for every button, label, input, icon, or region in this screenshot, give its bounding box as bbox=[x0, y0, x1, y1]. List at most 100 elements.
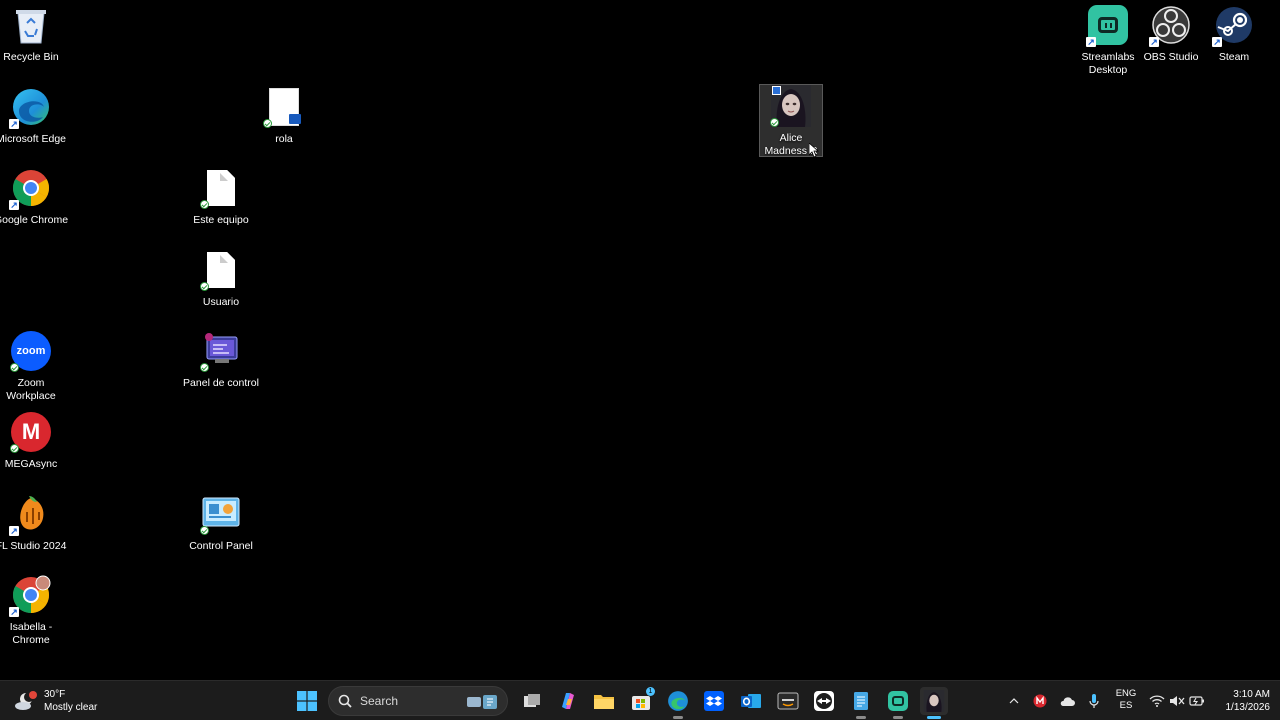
search-box[interactable]: Search bbox=[328, 686, 508, 716]
microphone-tray-button[interactable] bbox=[1086, 693, 1102, 709]
clock-time: 3:10 AM bbox=[1233, 689, 1270, 700]
shortcut-arrow-icon: ↗ bbox=[9, 200, 19, 210]
store-badge: 1 bbox=[646, 687, 655, 696]
outlook-button[interactable] bbox=[737, 687, 765, 715]
obs-studio-shortcut[interactable]: ↗ OBS Studio bbox=[1140, 4, 1202, 64]
chrome-label: Google Chrome bbox=[0, 214, 69, 226]
onedrive-tray-button[interactable] bbox=[1059, 693, 1075, 709]
control-panel-label: Control Panel bbox=[189, 540, 253, 552]
control-panel-shortcut[interactable]: Control Panel bbox=[189, 493, 253, 553]
task-view-button[interactable] bbox=[518, 687, 546, 715]
isabella-chrome-shortcut[interactable]: ↗ Isabella - Chrome bbox=[0, 574, 62, 647]
mega-icon: M bbox=[10, 411, 52, 453]
file-explorer-button[interactable] bbox=[590, 687, 618, 715]
start-button[interactable] bbox=[293, 687, 321, 715]
megasync-tray-button[interactable] bbox=[1032, 693, 1048, 709]
dropbox-button[interactable] bbox=[700, 687, 728, 715]
blank-file-icon bbox=[200, 249, 242, 291]
wifi-icon bbox=[1149, 695, 1165, 707]
streamlabs-icon: ↗ bbox=[1086, 4, 1129, 47]
panel-de-control-shortcut[interactable]: Panel de control bbox=[183, 330, 259, 390]
panel-de-control-label: Panel de control bbox=[183, 377, 259, 389]
blank-file-icon bbox=[200, 167, 242, 209]
usuario-label: Usuario bbox=[202, 296, 240, 308]
notepad-icon bbox=[854, 692, 868, 710]
shortcut-arrow-icon: ↗ bbox=[9, 607, 19, 617]
weather-widget[interactable]: 30°F Mostly clear bbox=[14, 686, 97, 716]
desktop[interactable]: Recycle Bin ↗ Microsoft Edge ↗ Google Ch… bbox=[0, 0, 1280, 680]
weather-temperature: 30°F bbox=[44, 689, 66, 700]
steam-shortcut[interactable]: ↗ Steam bbox=[1203, 4, 1265, 64]
copilot-icon bbox=[562, 693, 574, 709]
volume-tray-button[interactable] bbox=[1169, 693, 1185, 709]
outlook-icon bbox=[741, 694, 761, 708]
clock[interactable]: 3:10 AM 1/13/2026 bbox=[1212, 688, 1271, 714]
streamlabs-taskbar-button[interactable] bbox=[884, 687, 912, 719]
sync-status-icon bbox=[770, 118, 779, 127]
chrome-shortcut[interactable]: ↗ Google Chrome bbox=[0, 167, 68, 227]
zoom-shortcut[interactable]: zoom Zoom Workplace bbox=[0, 330, 62, 403]
recycle-bin-label: Recycle Bin bbox=[3, 51, 59, 63]
language-indicator[interactable]: ENG ES bbox=[1114, 688, 1138, 712]
language-primary: ENG bbox=[1115, 688, 1137, 699]
obs-icon: ↗ bbox=[1149, 4, 1192, 47]
teamviewer-button[interactable] bbox=[810, 687, 838, 715]
rola-label: rola bbox=[275, 133, 293, 145]
alice-game-icon bbox=[923, 690, 945, 712]
search-placeholder: Search bbox=[360, 694, 399, 708]
mega-icon bbox=[1033, 694, 1047, 708]
este-equipo-file[interactable]: Este equipo bbox=[190, 167, 252, 227]
streamlabs-icon bbox=[888, 691, 908, 711]
microsoft-store-button[interactable]: 1 bbox=[627, 687, 655, 715]
weather-condition: Mostly clear bbox=[44, 702, 98, 713]
recycle-bin-shortcut[interactable]: Recycle Bin bbox=[0, 4, 62, 64]
cloud-icon bbox=[1060, 697, 1075, 706]
word-document-icon bbox=[263, 86, 305, 128]
teamviewer-icon bbox=[814, 691, 834, 711]
edge-taskbar-button[interactable] bbox=[664, 687, 692, 719]
steam-icon: ↗ bbox=[1212, 4, 1255, 47]
battery-tray-button[interactable] bbox=[1189, 693, 1205, 709]
taskbar: 30°F Mostly clear Search 1 ENG ES 3:10 A… bbox=[0, 680, 1280, 720]
clock-date: 1/13/2026 bbox=[1225, 702, 1271, 713]
recycle-bin-icon bbox=[10, 4, 52, 46]
sync-status-icon bbox=[200, 526, 209, 535]
amazon-icon bbox=[777, 692, 799, 710]
zoom-label: Zoom Workplace bbox=[6, 377, 56, 402]
alice-game-icon bbox=[770, 85, 812, 127]
sync-status-icon bbox=[200, 363, 209, 372]
copilot-button[interactable] bbox=[554, 687, 582, 715]
rola-file[interactable]: rola bbox=[253, 86, 315, 146]
fl-studio-shortcut[interactable]: ↗ FL Studio 2024 bbox=[0, 493, 66, 553]
edge-shortcut[interactable]: ↗ Microsoft Edge bbox=[0, 86, 66, 146]
fl-studio-label: FL Studio 2024 bbox=[0, 540, 67, 552]
sync-status-icon bbox=[10, 444, 19, 453]
alice-madness-taskbar-button[interactable] bbox=[920, 687, 948, 719]
megasync-label: MEGAsync bbox=[4, 458, 58, 470]
shortcut-arrow-icon: ↗ bbox=[1149, 37, 1159, 47]
task-view-icon bbox=[524, 694, 540, 707]
search-icon bbox=[338, 694, 352, 708]
streamlabs-shortcut[interactable]: ↗ Streamlabs Desktop bbox=[1077, 4, 1139, 77]
selection-checkbox-icon[interactable] bbox=[772, 86, 781, 95]
microphone-icon bbox=[1089, 694, 1099, 708]
zoom-icon: zoom bbox=[10, 330, 52, 372]
control-panel-icon bbox=[200, 493, 242, 535]
notepad-button[interactable] bbox=[847, 687, 875, 719]
megasync-shortcut[interactable]: M MEGAsync bbox=[0, 411, 62, 471]
weather-moon-icon bbox=[15, 691, 37, 710]
shortcut-arrow-icon: ↗ bbox=[1212, 37, 1222, 47]
show-hidden-icons-button[interactable] bbox=[1006, 693, 1022, 709]
usuario-file[interactable]: Usuario bbox=[190, 249, 252, 309]
isabella-chrome-label: Isabella - Chrome bbox=[9, 621, 53, 646]
este-equipo-label: Este equipo bbox=[193, 214, 249, 226]
sync-status-icon bbox=[200, 200, 209, 209]
battery-charging-icon bbox=[1189, 696, 1204, 706]
windows-logo-icon bbox=[297, 691, 317, 711]
sync-status-icon bbox=[10, 363, 19, 372]
fl-studio-icon: ↗ bbox=[9, 493, 52, 536]
amazon-button[interactable] bbox=[774, 687, 802, 715]
shortcut-arrow-icon: ↗ bbox=[1086, 37, 1096, 47]
volume-muted-icon bbox=[1170, 696, 1185, 706]
wifi-tray-button[interactable] bbox=[1149, 693, 1165, 709]
